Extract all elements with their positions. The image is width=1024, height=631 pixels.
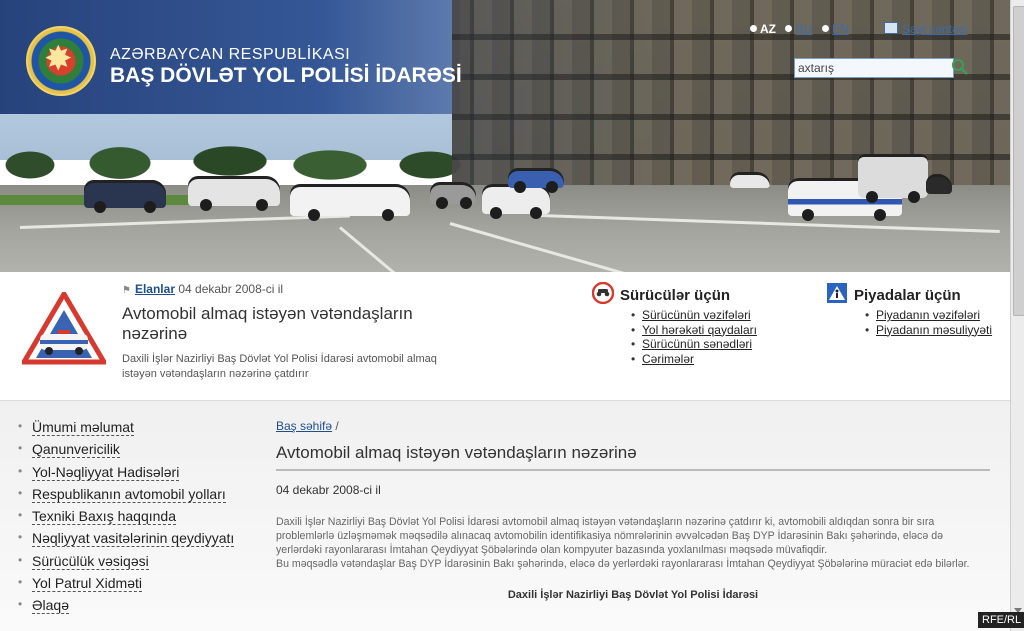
- car-photo: [84, 180, 166, 213]
- pedestrians-link[interactable]: Piyadanın məsuliyyəti: [864, 323, 992, 338]
- van-photo: [858, 154, 928, 203]
- breadcrumb: Baş səhifə /: [276, 419, 990, 433]
- no-entry-sign-icon: [592, 282, 614, 304]
- sidebar-item-roads[interactable]: Respublikanın avtomobil yolları: [16, 485, 268, 508]
- lang-ru[interactable]: RU: [785, 22, 813, 36]
- main-area: Ümumi məlumat Qanunvericilik Yol-Nəqliyy…: [0, 401, 1010, 631]
- news-strip: ⚑ Elanlar 04 dekabr 2008-ci il Avtomobil …: [0, 272, 1010, 401]
- drivers-link[interactable]: Cərimələr: [630, 352, 757, 367]
- article: Baş səhifə / Avtomobil almaq istəyən vət…: [276, 419, 990, 601]
- drivers-link[interactable]: Yol hərəkəti qaydaları: [630, 323, 757, 338]
- drivers-heading: Sürücülər üçün: [592, 282, 730, 304]
- sidebar-menu: Ümumi məlumat Qanunvericilik Yol-Nəqliyy…: [16, 419, 268, 620]
- sidebar-item-inspection[interactable]: Texniki Baxış haqqında: [16, 508, 268, 530]
- news-date: 04 dekabr 2008-ci il: [178, 282, 284, 296]
- news-meta: ⚑ Elanlar 04 dekabr 2008-ci il: [122, 282, 283, 296]
- drivers-links: Sürücünün vəzifələri Yol hərəkəti qaydal…: [630, 308, 757, 366]
- news-title[interactable]: Avtomobil almaq istəyən vətəndaşların nə…: [122, 304, 462, 344]
- sitemap-icon: [884, 22, 898, 34]
- watermark: RFE/RL: [978, 612, 1024, 628]
- pedestrian-crossing-icon: [827, 283, 847, 303]
- search-input[interactable]: [794, 58, 954, 78]
- article-paragraph: Daxili İşlər Nazirliyi Baş Dövlət Yol Po…: [276, 516, 943, 556]
- breadcrumb-separator: /: [335, 419, 339, 433]
- sidebar-item-legislation[interactable]: Qanunvericilik: [16, 441, 268, 463]
- bullet-icon: [750, 25, 757, 32]
- agency-title: BAŞ DÖVLƏT YOL POLİSİ İDARƏSİ: [110, 64, 462, 87]
- sidebar-item-patrol[interactable]: Yol Patrul Xidməti: [16, 575, 268, 597]
- sidebar-item-contact[interactable]: Əlaqə: [16, 597, 268, 619]
- lang-az[interactable]: AZ: [750, 22, 776, 36]
- news-category-link[interactable]: Elanlar: [135, 282, 175, 296]
- scrollbar-thumb[interactable]: [1013, 6, 1024, 316]
- article-date: 04 dekabr 2008-ci il: [276, 483, 381, 497]
- page: ✸ AZƏRBAYCAN RESPUBLİKASI BAŞ DÖVLƏT YOL…: [0, 0, 1010, 631]
- article-signature: Daxili İşlər Nazirliyi Baş Dövlət Yol Po…: [507, 589, 759, 601]
- sidebar-item-general-info[interactable]: Ümumi məlumat: [16, 419, 268, 441]
- sidebar-item-license[interactable]: Sürücülük vəsiqəsi: [16, 552, 268, 575]
- breadcrumb-home-link[interactable]: Baş səhifə: [276, 419, 332, 433]
- drivers-link[interactable]: Sürücünün vəzifələri: [630, 308, 757, 323]
- lang-en[interactable]: EN: [822, 22, 849, 36]
- language-switcher: AZ RU EN: [750, 22, 855, 40]
- car-photo: [730, 172, 770, 188]
- car-photo: [430, 182, 476, 209]
- pedestrians-link[interactable]: Piyadanın vəzifələri: [864, 308, 992, 323]
- flag-icon: ⚑: [122, 285, 131, 296]
- sidebar-item-registration[interactable]: Nəqliyyat vasitələrinin qeydiyyatı: [16, 530, 268, 552]
- bullet-icon: [822, 25, 830, 32]
- car-photo: [188, 176, 280, 211]
- sidebar-item-accidents[interactable]: Yol-Nəqliyyat Hadisələri: [16, 463, 268, 486]
- star-icon: ✸: [44, 40, 73, 78]
- car-photo: [290, 184, 410, 221]
- header-banner: ✸ AZƏRBAYCAN RESPUBLİKASI BAŞ DÖVLƏT YOL…: [0, 0, 1010, 272]
- drivers-link[interactable]: Sürücünün sənədləri: [630, 337, 757, 352]
- car-photo: [508, 168, 564, 193]
- article-paragraph: Bu məqsədlə vətəndaşlar Baş DYP İdarəsin…: [276, 558, 970, 570]
- pedestrians-heading: Piyadalar üçün: [826, 282, 961, 304]
- republic-label: AZƏRBAYCAN RESPUBLİKASI: [110, 46, 351, 63]
- news-description: Daxili İşlər Nazirliyi Baş Dövlət Yol Po…: [122, 353, 437, 380]
- sitemap-link[interactable]: Sayt xəritəsi: [884, 22, 967, 36]
- search-icon[interactable]: [951, 57, 969, 77]
- bullet-icon: [785, 25, 793, 32]
- article-title: Avtomobil almaq istəyən vətəndaşların nə…: [276, 443, 990, 471]
- pedestrians-links: Piyadanın vəzifələri Piyadanın məsuliyyə…: [864, 308, 992, 337]
- azerbaijan-emblem: ✸: [26, 26, 96, 96]
- article-body: Daxili İşlər Nazirliyi Baş Dövlət Yol Po…: [276, 515, 990, 571]
- road-police-logo: [22, 292, 106, 365]
- vertical-scrollbar[interactable]: [1010, 0, 1024, 631]
